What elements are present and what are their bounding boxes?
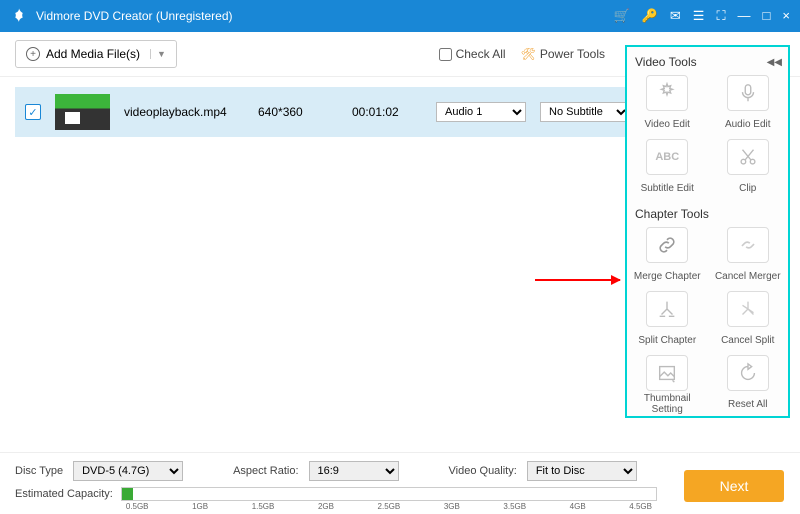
tick: 1.5GB (252, 502, 275, 511)
minimize-icon[interactable]: — (738, 8, 751, 24)
window-controls: 🛒 🔑 ✉ ☰ ⛶ — □ × (614, 8, 791, 24)
disc-type-label: Disc Type (15, 465, 63, 477)
cancel-merger-button[interactable]: Cancel Merger (714, 227, 783, 287)
reset-all-button[interactable]: Reset All (714, 355, 783, 415)
merge-chapter-label: Merge Chapter (634, 265, 701, 287)
audio-edit-button[interactable]: Audio Edit (714, 75, 783, 135)
tick: 2.5GB (378, 502, 401, 511)
side-panel: Video Tools ◀◀ Video Edit Audio Edit ABC… (625, 45, 790, 418)
split-chapter-label: Split Chapter (638, 329, 696, 351)
app-logo-icon (10, 7, 28, 25)
add-media-label: Add Media File(s) (46, 47, 140, 61)
close-icon[interactable]: × (782, 8, 790, 24)
tick: 0.5GB (126, 502, 149, 511)
unlink-icon (727, 227, 769, 263)
scissors-icon (727, 139, 769, 175)
file-duration: 00:01:02 (352, 105, 422, 119)
clip-button[interactable]: Clip (714, 139, 783, 199)
video-edit-label: Video Edit (645, 113, 690, 135)
subtitle-select[interactable]: No Subtitle (540, 102, 630, 122)
cancel-split-button[interactable]: Cancel Split (714, 291, 783, 351)
row-checkbox[interactable]: ✓ (25, 104, 41, 120)
cancel-split-icon (727, 291, 769, 327)
mail-icon[interactable]: ✉ (670, 8, 681, 24)
chapter-tools-title: Chapter Tools (635, 207, 709, 221)
abc-icon: ABC (646, 139, 688, 175)
cancel-merger-label: Cancel Merger (715, 265, 781, 287)
video-tools-header: Video Tools ◀◀ (635, 55, 782, 69)
wrench-icon: 🛠 (521, 47, 536, 61)
link-icon (646, 227, 688, 263)
window-title: Vidmore DVD Creator (Unregistered) (36, 9, 614, 23)
wand-icon (646, 75, 688, 111)
file-resolution: 640*360 (258, 105, 338, 119)
collapse-icon[interactable]: ◀◀ (767, 57, 782, 68)
capacity-bar: 0.5GB 1GB 1.5GB 2GB 2.5GB 3GB 3.5GB 4GB … (121, 487, 657, 501)
video-quality-label: Video Quality: (449, 465, 517, 477)
aspect-ratio-label: Aspect Ratio: (233, 465, 298, 477)
reset-all-label: Reset All (728, 393, 767, 415)
add-media-button[interactable]: + Add Media File(s) ▼ (15, 40, 177, 68)
menu-icon[interactable]: ☰ (693, 8, 705, 24)
check-all-label: Check All (456, 47, 506, 61)
capacity-label: Estimated Capacity: (15, 488, 113, 500)
tick: 1GB (192, 502, 208, 511)
tick: 2GB (318, 502, 334, 511)
merge-chapter-button[interactable]: Merge Chapter (633, 227, 702, 287)
power-tools-label: Power Tools (540, 47, 605, 61)
check-all-checkbox[interactable] (439, 48, 452, 61)
video-thumbnail (55, 94, 110, 130)
cancel-split-label: Cancel Split (721, 329, 774, 351)
cart-icon[interactable]: 🛒 (614, 8, 630, 24)
split-chapter-button[interactable]: Split Chapter (633, 291, 702, 351)
split-icon (646, 291, 688, 327)
expand-icon[interactable]: ⛶ (716, 8, 725, 24)
chevron-down-icon[interactable]: ▼ (150, 49, 166, 59)
key-icon[interactable]: 🔑 (642, 8, 658, 24)
video-edit-button[interactable]: Video Edit (633, 75, 702, 135)
microphone-icon (727, 75, 769, 111)
aspect-ratio-select[interactable]: 16:9 (309, 461, 399, 481)
tick: 4GB (570, 502, 586, 511)
capacity-ticks: 0.5GB 1GB 1.5GB 2GB 2.5GB 3GB 3.5GB 4GB … (122, 502, 656, 511)
titlebar: Vidmore DVD Creator (Unregistered) 🛒 🔑 ✉… (0, 0, 800, 32)
thumbnail-setting-label: Thumbnail Setting (644, 393, 691, 415)
file-name: videoplayback.mp4 (124, 105, 244, 119)
video-tools-title: Video Tools (635, 55, 697, 69)
audio-edit-label: Audio Edit (725, 113, 771, 135)
tick: 3GB (444, 502, 460, 511)
image-icon (646, 355, 688, 391)
power-tools-button[interactable]: 🛠 Power Tools (521, 47, 605, 61)
capacity-fill (122, 488, 133, 500)
bottom-bar: Disc Type DVD-5 (4.7G) Aspect Ratio: 16:… (0, 452, 800, 514)
tick: 4.5GB (629, 502, 652, 511)
video-quality-select[interactable]: Fit to Disc (527, 461, 637, 481)
subtitle-edit-label: Subtitle Edit (641, 177, 694, 199)
next-button[interactable]: Next (684, 470, 784, 502)
thumbnail-setting-button[interactable]: Thumbnail Setting (633, 355, 702, 415)
tick: 3.5GB (503, 502, 526, 511)
maximize-icon[interactable]: □ (763, 8, 771, 24)
clip-label: Clip (739, 177, 756, 199)
annotation-arrow (535, 279, 620, 281)
audio-track-select[interactable]: Audio 1 (436, 102, 526, 122)
check-all[interactable]: Check All (439, 47, 506, 61)
reset-icon (727, 355, 769, 391)
disc-type-select[interactable]: DVD-5 (4.7G) (73, 461, 183, 481)
chapter-tools-header: Chapter Tools (635, 207, 782, 221)
subtitle-edit-button[interactable]: ABC Subtitle Edit (633, 139, 702, 199)
plus-icon: + (26, 47, 40, 61)
